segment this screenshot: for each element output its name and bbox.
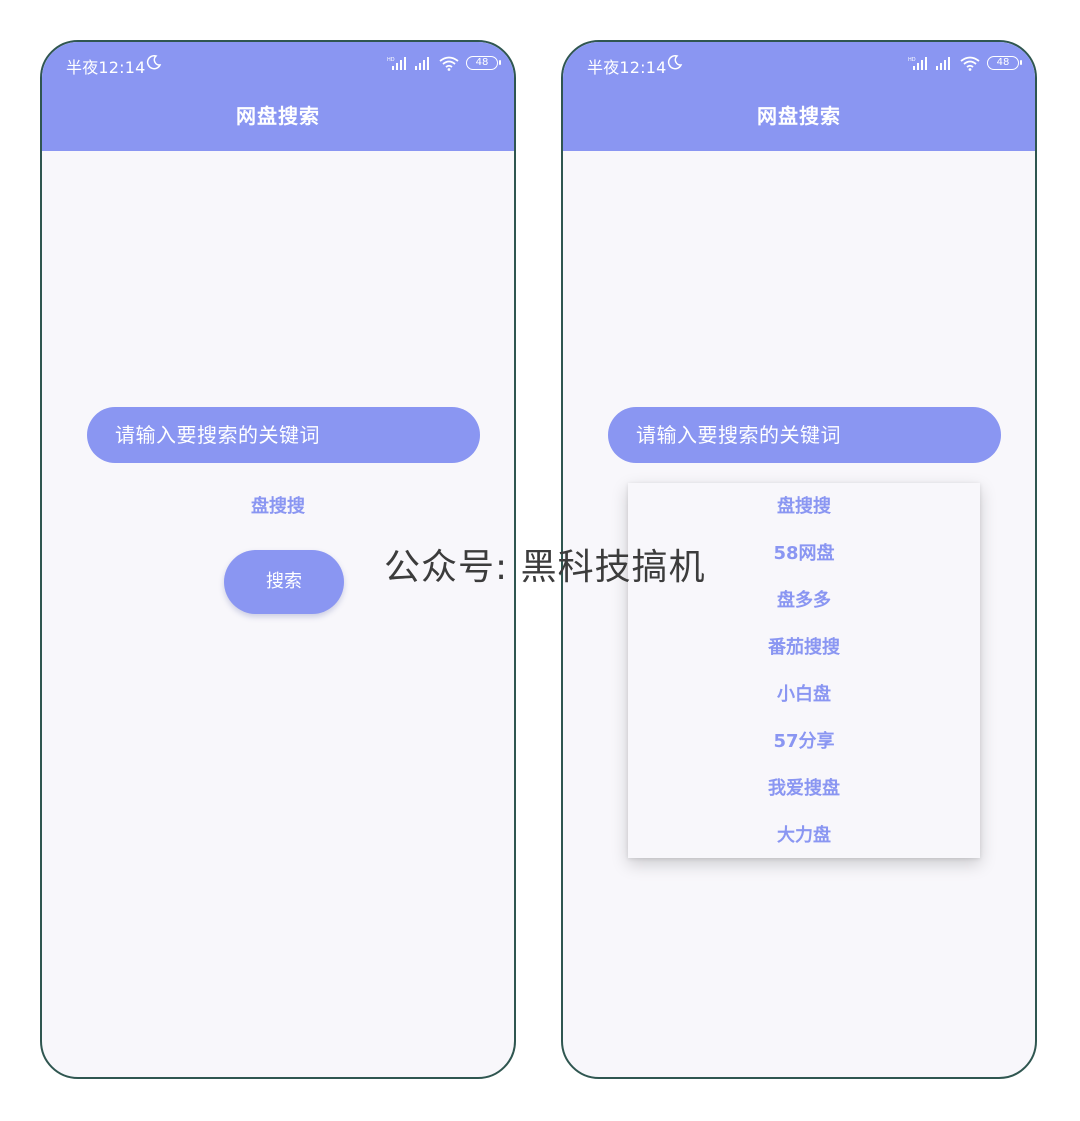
svg-text:HD: HD [387,57,395,63]
status-bar: 半夜12:14 HD 48 [563,42,1035,86]
menu-item-57fenxiang[interactable]: 57分享 [628,718,980,765]
battery-icon: 48 [987,56,1022,70]
moon-icon [667,54,683,70]
menu-item-xiaobaipan[interactable]: 小白盘 [628,671,980,718]
app-title: 网盘搜索 [236,104,320,128]
moon-icon [146,54,162,70]
wifi-icon [960,56,980,71]
signal-icon [936,57,950,70]
search-input[interactable]: 请输入要搜索的关键词 [608,407,1001,463]
search-input[interactable]: 请输入要搜索的关键词 [87,407,480,463]
status-time: 半夜12:14 [66,58,146,77]
hd-signal-icon: HD [387,57,406,70]
status-time: 半夜12:14 [587,58,667,77]
menu-item-woaisoupan[interactable]: 我爱搜盘 [628,765,980,812]
wifi-icon [439,56,459,71]
status-icons: HD 48 [387,54,501,72]
app-bar: 半夜12:14 HD 48 网盘搜索 [563,42,1035,151]
menu-item-dalipan[interactable]: 大力盘 [628,812,980,859]
status-icons: HD 48 [908,54,1022,72]
battery-icon: 48 [466,56,501,70]
hd-signal-icon: HD [908,57,927,70]
status-bar: 半夜12:14 HD 48 [42,42,514,86]
menu-item-panshousou[interactable]: 盘搜搜 [628,483,980,530]
app-bar: 半夜12:14 HD 48 网盘搜索 [42,42,514,151]
engine-dropdown[interactable]: 盘搜搜 [42,492,514,518]
search-button[interactable]: 搜索 [224,550,344,614]
watermark-text: 公众号: 黑科技搞机 [384,547,706,588]
app-title: 网盘搜索 [757,104,841,128]
menu-item-fanqiesousou[interactable]: 番茄搜搜 [628,624,980,671]
svg-text:HD: HD [908,57,916,63]
signal-icon [415,57,429,70]
